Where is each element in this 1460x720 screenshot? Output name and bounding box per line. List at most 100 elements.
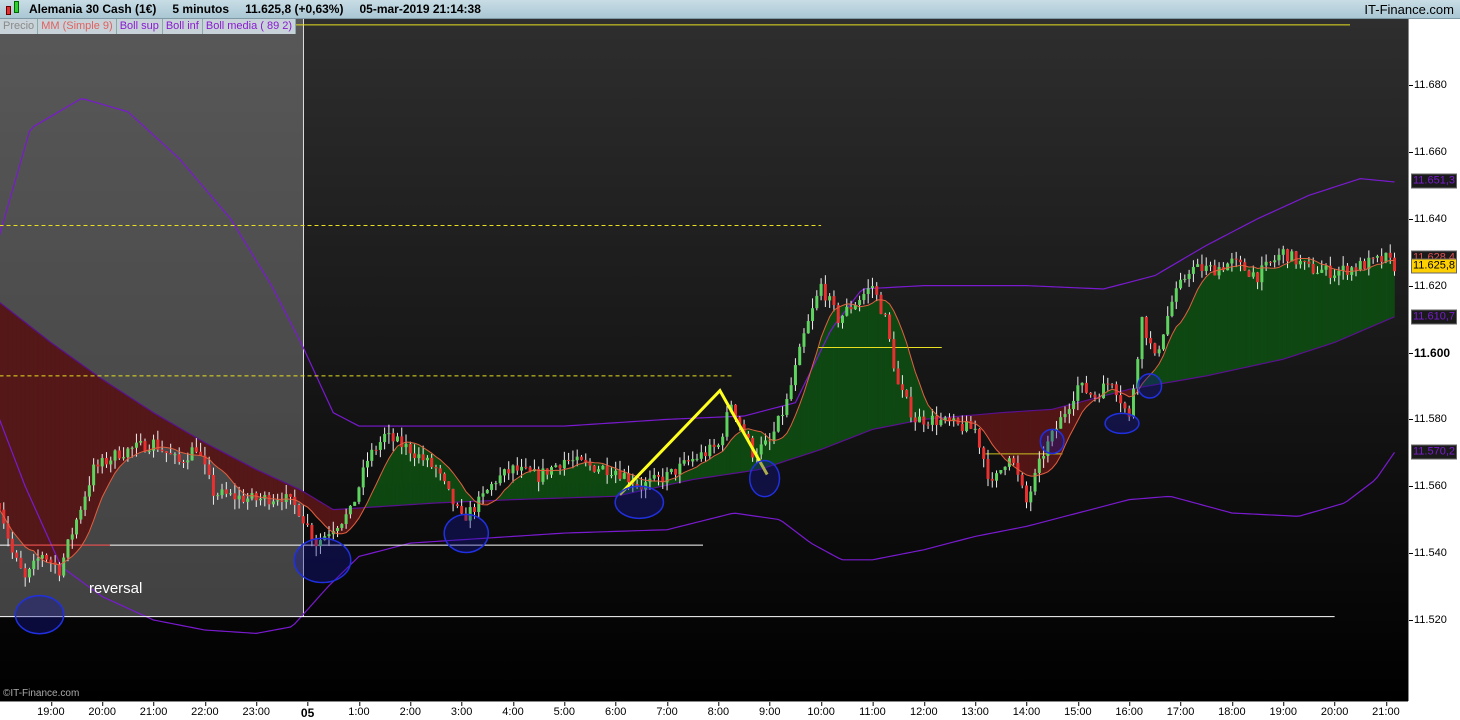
candle-body	[567, 459, 571, 461]
candle-body	[1123, 403, 1127, 409]
candle-body	[438, 468, 442, 474]
time-axis[interactable]: 19:00 20:00 21:00 22:00 23:00 05 1:00 2:00 3:00 4…	[0, 701, 1408, 720]
candle-body	[1226, 263, 1230, 271]
candle-body	[819, 283, 823, 296]
candle-body	[224, 489, 228, 494]
legend-item[interactable]: MM (Simple 9)	[38, 19, 117, 34]
candle-body	[340, 524, 344, 529]
bearish-fill	[1009, 411, 1014, 468]
bearish-fill	[273, 476, 278, 500]
bullish-fill	[1197, 281, 1203, 378]
price-chart[interactable]: reversal	[0, 19, 1408, 701]
candle-body	[19, 557, 23, 569]
bullish-fill	[778, 437, 783, 464]
candle-body	[1170, 301, 1174, 316]
candle-body	[759, 444, 763, 455]
bullish-fill	[555, 469, 561, 499]
bullish-fill	[392, 445, 398, 507]
candle-body	[982, 447, 986, 459]
timeframe[interactable]: 5 minutos	[172, 2, 229, 16]
time-tick-label: 21:00	[1372, 702, 1400, 718]
legend-item[interactable]: Boll inf	[162, 19, 203, 34]
candle-body	[1200, 264, 1204, 271]
candle-body	[301, 516, 305, 524]
candle-body	[840, 315, 844, 323]
bearish-fill	[0, 302, 5, 518]
price-tick-label: 11.580	[1409, 413, 1447, 426]
price-badge: 11.610,7	[1411, 309, 1458, 325]
bullish-fill	[1248, 266, 1254, 367]
bullish-fill	[581, 461, 587, 498]
bullish-fill	[739, 429, 745, 473]
candle-body	[1196, 264, 1200, 268]
candle-body	[216, 495, 220, 497]
time-tick-label: 5:00	[553, 702, 576, 718]
candle-body	[177, 454, 181, 462]
price-tick-label: 11.640	[1409, 212, 1447, 225]
price-tick-label: 11.620	[1409, 279, 1447, 292]
candle-body	[57, 564, 61, 576]
candle-body	[1333, 275, 1337, 278]
candle-body	[490, 484, 494, 490]
bullish-fill	[1201, 275, 1207, 378]
candle-body	[1119, 395, 1123, 404]
candle-body	[15, 552, 19, 558]
bullish-fill	[516, 474, 522, 500]
reversal-annotation: reversal	[89, 580, 142, 597]
price-axis[interactable]: 11.680 11.660 11.640 11.620 11.600 11.580 11.5…	[1408, 19, 1460, 701]
bearish-fill	[37, 331, 43, 561]
bearish-fill	[80, 363, 86, 549]
legend-item[interactable]: Boll sup	[116, 19, 163, 34]
candle-body	[618, 470, 622, 479]
candle-body	[32, 560, 36, 570]
bullish-fill	[1282, 262, 1288, 360]
candle-body	[1191, 267, 1195, 274]
candle-body	[1144, 316, 1148, 338]
bullish-fill	[546, 470, 552, 499]
candle-body	[905, 390, 909, 397]
datetime: 05-mar-2019 21:14:38	[359, 2, 481, 16]
bearish-fill	[46, 338, 52, 564]
brand-link[interactable]: IT-Finance.com	[1364, 2, 1454, 17]
candle-body	[100, 457, 104, 467]
candle-body	[1217, 267, 1221, 276]
bullish-fill	[855, 304, 860, 437]
candle-body	[960, 423, 964, 432]
candle-body	[1063, 413, 1067, 418]
candle-body	[1268, 261, 1272, 263]
candles-logo-icon	[3, 0, 25, 18]
legend-item[interactable]: Precio	[0, 19, 39, 34]
candle-body	[520, 466, 524, 471]
bearish-fill	[1004, 411, 1010, 464]
candle-body	[888, 314, 892, 340]
candle-body	[1354, 267, 1358, 271]
bearish-fill	[59, 348, 64, 566]
bullish-fill	[1274, 267, 1280, 362]
time-tick-label: 17:00	[1166, 702, 1195, 718]
bullish-fill	[1180, 315, 1186, 381]
bullish-fill	[1385, 260, 1391, 321]
candle-body	[1388, 252, 1392, 258]
candle-body	[1337, 270, 1341, 276]
candle-body	[417, 454, 421, 459]
candle-body	[1080, 382, 1084, 386]
candle-body	[896, 368, 900, 385]
candle-body	[109, 460, 113, 465]
candle-body	[1110, 384, 1114, 386]
bearish-fill	[33, 328, 39, 558]
candle-body	[494, 483, 498, 485]
bearish-fill	[277, 478, 283, 500]
bullish-fill	[713, 453, 719, 477]
candle-body	[1247, 270, 1251, 277]
candle-body	[507, 469, 511, 474]
candle	[297, 503, 301, 517]
bullish-fill	[833, 306, 839, 445]
bullish-fill	[388, 450, 394, 507]
candle-body	[1286, 249, 1290, 262]
legend-item[interactable]: Boll media ( 89 2)	[202, 19, 297, 34]
bullish-fill	[418, 444, 424, 505]
bullish-fill	[1355, 269, 1361, 334]
candle-body	[164, 451, 168, 453]
candle-body	[1315, 272, 1319, 274]
candle-body	[45, 554, 49, 560]
